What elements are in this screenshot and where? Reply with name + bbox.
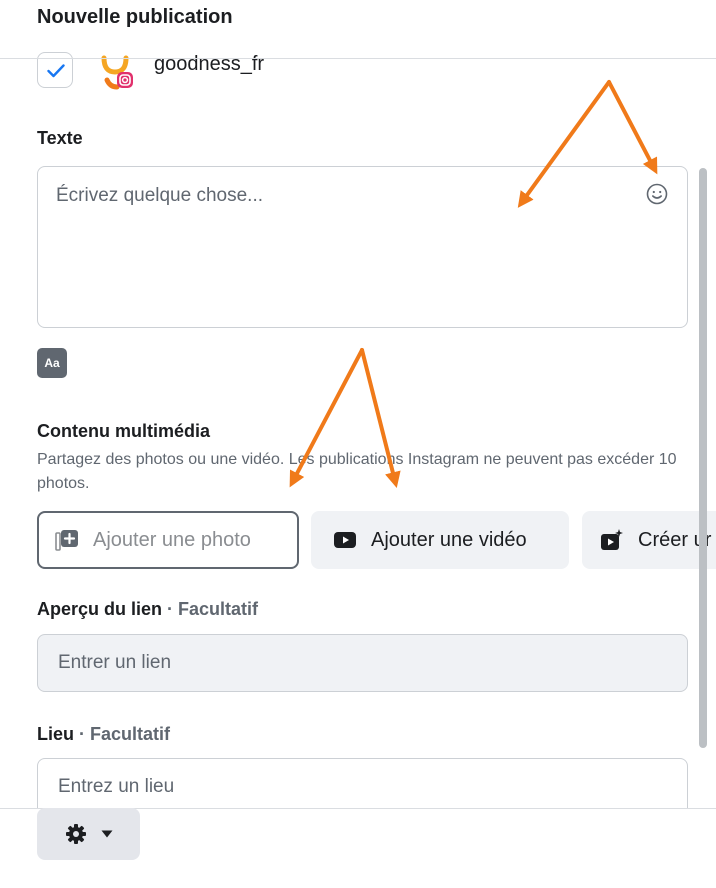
video-icon (333, 530, 357, 550)
link-label: Aperçu du lien · Facultatif (37, 599, 258, 620)
add-video-label: Ajouter une vidéo (371, 528, 527, 551)
add-photo-button[interactable]: Ajouter une photo (37, 511, 299, 569)
place-optional: · Facultatif (74, 724, 171, 744)
scrollbar-thumb[interactable] (699, 168, 707, 748)
media-description: Partagez des photos ou une vidéo. Les pu… (37, 451, 677, 492)
post-text-input[interactable] (38, 167, 687, 327)
place-label-text: Lieu (37, 724, 75, 744)
scrollbar[interactable] (699, 168, 709, 748)
text-format-button[interactable]: Aa (37, 348, 67, 378)
photo-add-icon (55, 529, 79, 551)
create-reel-button[interactable]: Créer ur (582, 511, 716, 569)
dialog-title-overlay: Nouvelle publication (37, 6, 233, 28)
header-divider (0, 58, 716, 59)
check-icon (47, 64, 65, 78)
text-area-box (37, 166, 688, 328)
text-label: Texte (37, 128, 83, 148)
arrow-to-emoji (607, 80, 658, 175)
annotation-arrows (289, 80, 658, 488)
add-photo-label: Ajouter une photo (93, 528, 251, 551)
create-reel-icon (600, 528, 624, 552)
account-name: goodness_fr (154, 53, 265, 75)
instagram-icon (117, 72, 133, 88)
link-optional: · Facultatif (162, 599, 259, 619)
media-label: Contenu multimédia (37, 421, 211, 441)
link-label-text: Aperçu du lien (37, 599, 163, 619)
gear-icon (65, 824, 86, 844)
place-label: Lieu · Facultatif (37, 724, 170, 745)
emoji-icon[interactable] (645, 182, 669, 206)
caret-down-icon (101, 830, 112, 838)
settings-dropdown-button[interactable] (37, 808, 140, 860)
link-input[interactable] (37, 634, 688, 692)
avatar (101, 55, 133, 90)
text-format-icon: Aa (44, 356, 60, 370)
add-video-button[interactable]: Ajouter une vidéo (311, 511, 569, 569)
